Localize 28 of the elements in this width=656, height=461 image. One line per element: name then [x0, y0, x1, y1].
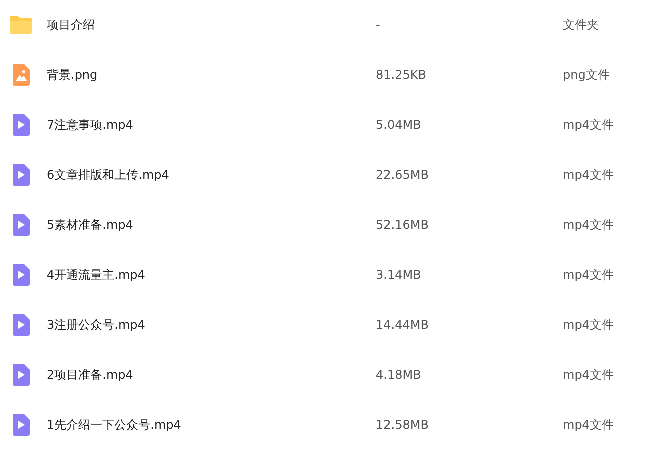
file-size: 12.58MB: [376, 418, 430, 432]
file-name[interactable]: 7注意事项.mp4: [47, 116, 376, 134]
file-size: 3.14MB: [376, 268, 422, 282]
file-type: mp4文件: [563, 316, 614, 334]
file-name[interactable]: 5素材准备.mp4: [47, 216, 376, 234]
file-name[interactable]: 背景.png: [47, 66, 376, 84]
file-name[interactable]: 项目介绍: [47, 16, 376, 34]
file-name[interactable]: 3注册公众号.mp4: [47, 316, 376, 334]
file-type: 文件夹: [563, 16, 599, 34]
file-name[interactable]: 1先介绍一下公众号.mp4: [47, 416, 376, 434]
file-name[interactable]: 2项目准备.mp4: [47, 366, 376, 384]
file-size: 14.44MB: [376, 318, 430, 332]
file-size: -: [376, 18, 382, 32]
file-type: mp4文件: [563, 216, 614, 234]
file-size: 22.65MB: [376, 168, 430, 182]
file-type: mp4文件: [563, 166, 614, 184]
file-name[interactable]: 4开通流量主.mp4: [47, 266, 376, 284]
file-size: 81.25KB: [376, 68, 428, 82]
file-type: mp4文件: [563, 266, 614, 284]
file-type: png文件: [563, 66, 610, 84]
file-size: 52.16MB: [376, 218, 430, 232]
file-type: mp4文件: [563, 416, 614, 434]
file-name[interactable]: 6文章排版和上传.mp4: [47, 166, 376, 184]
file-size: 4.18MB: [376, 368, 422, 382]
file-size: 5.04MB: [376, 118, 422, 132]
file-type: mp4文件: [563, 366, 614, 384]
file-type: mp4文件: [563, 116, 614, 134]
folder-icon: [9, 13, 33, 37]
